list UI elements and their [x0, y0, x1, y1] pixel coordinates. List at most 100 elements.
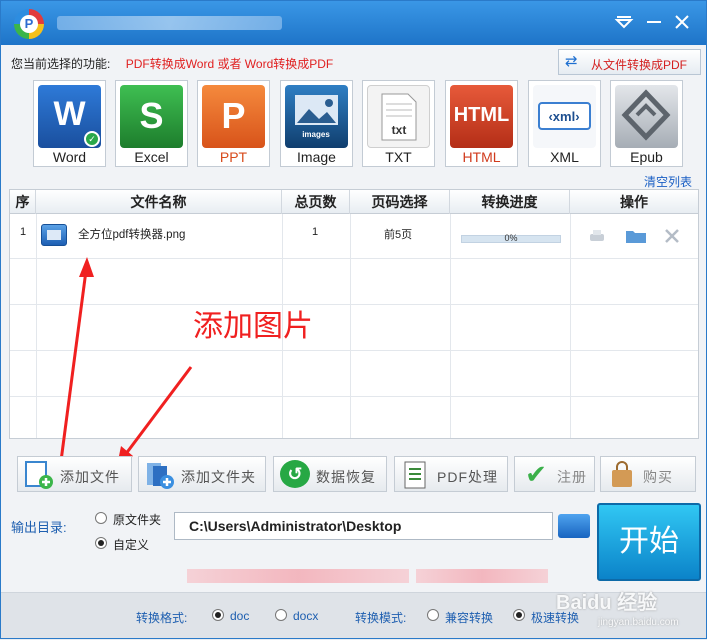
format-label: Word	[52, 149, 87, 165]
add-file-button[interactable]: 添加文件	[17, 456, 132, 492]
xml-icon: ‹xml›	[533, 85, 596, 148]
data-restore-button[interactable]: ↺ 数据恢复	[273, 456, 387, 492]
restore-icon: ↺	[280, 460, 310, 488]
register-label: 注册	[557, 469, 587, 485]
shopping-bag-icon	[607, 460, 637, 488]
format-epub-button[interactable]: Epub	[610, 80, 683, 167]
ppt-icon: P	[202, 85, 265, 148]
radio-format-docx[interactable]	[275, 609, 287, 621]
format-option-label: 转换格式:	[136, 611, 188, 625]
grid-line	[570, 214, 571, 438]
window-title-redacted	[57, 16, 282, 30]
progress-text: 0%	[504, 233, 518, 243]
close-icon[interactable]	[671, 11, 693, 33]
format-excel-button[interactable]: S Excel	[115, 80, 188, 167]
current-function: 您当前选择的功能: PDF转换成Word 或者 Word转换成PDF	[11, 55, 333, 72]
grid-line	[450, 214, 451, 438]
page-count: 1	[312, 226, 319, 238]
format-label: PPT	[219, 149, 248, 165]
pdf-process-button[interactable]: PDF处理	[394, 456, 508, 492]
grid-line	[10, 304, 698, 305]
add-file-icon	[24, 460, 54, 489]
radio-mode-fast[interactable]	[513, 609, 525, 621]
register-button[interactable]: ✔ 注册	[514, 456, 595, 492]
data-restore-label: 数据恢复	[316, 469, 376, 485]
format-txt-button[interactable]: txt TXT	[362, 80, 435, 167]
column-header: 转换进度	[450, 190, 570, 214]
mode-option-label: 转换模式:	[355, 611, 407, 625]
app-logo-icon: P	[14, 9, 44, 39]
switch-to-pdf-button[interactable]: ⇄ 从文件转换成PDF	[558, 49, 701, 75]
format-label: HTML	[462, 149, 501, 165]
function-label: 您当前选择的功能:	[11, 57, 111, 71]
purchase-button[interactable]: 购买	[600, 456, 696, 492]
function-value: PDF转换成Word 或者 Word转换成PDF	[125, 57, 334, 71]
custom-folder-label: 自定义	[113, 538, 150, 552]
clear-list-link[interactable]: 清空列表	[644, 173, 692, 190]
output-path-field[interactable]: C:\Users\Administrator\Desktop	[174, 512, 553, 540]
svg-text:images: images	[302, 130, 330, 139]
excel-icon: S	[120, 85, 183, 148]
image-icon: images	[285, 85, 348, 148]
radio-source-folder[interactable]	[95, 512, 107, 524]
format-label: Image	[297, 149, 336, 165]
conversion-progress-bar: 0%	[461, 233, 561, 243]
format-label: XML	[550, 149, 579, 165]
page-select[interactable]: 前5页	[384, 226, 412, 242]
grid-line	[10, 350, 698, 351]
mode-compatible-label: 兼容转换	[445, 611, 494, 625]
add-file-label: 添加文件	[60, 469, 120, 485]
minimize-icon[interactable]	[643, 11, 665, 33]
format-image-button[interactable]: images Image	[280, 80, 353, 167]
watermark: Baidu 经验	[556, 592, 658, 614]
app-window: P 您当前选择的功能: PDF转换成Word 或者 Word转换成PDF ⇄ 从…	[0, 0, 707, 639]
format-word-button[interactable]: W ✓ Word	[33, 80, 106, 167]
file-name: 全方位pdf转换器.png	[78, 229, 186, 241]
radio-custom-folder[interactable]	[95, 537, 107, 549]
column-header: 文件名称	[36, 190, 282, 214]
purchase-label: 购买	[643, 469, 673, 485]
title-bar: P	[1, 1, 706, 45]
format-xml-button[interactable]: ‹xml› XML	[528, 80, 601, 167]
grid-line	[36, 214, 37, 438]
check-icon: ✔	[525, 459, 547, 489]
collapse-icon[interactable]	[613, 11, 635, 33]
pdf-process-icon	[401, 460, 431, 489]
radio-mode-compatible[interactable]	[427, 609, 439, 621]
format-doc-label: doc	[230, 609, 250, 623]
column-header: 操作	[620, 194, 648, 210]
output-dir-label: 输出目录:	[11, 520, 67, 535]
watermark-url: jingyan.baidu.com	[598, 617, 679, 628]
add-folder-icon	[145, 460, 175, 489]
start-button[interactable]: 开始	[597, 503, 701, 581]
format-label: TXT	[385, 149, 412, 165]
format-ppt-button[interactable]: P PPT	[197, 80, 270, 167]
redacted-text	[187, 569, 409, 583]
grid-line	[10, 258, 698, 259]
file-table: 序 文件名称 总页数 页码选择 转换进度 操作 1 全方位pdf转换器.png …	[9, 189, 699, 439]
word-icon: W ✓	[38, 85, 101, 148]
radio-format-doc[interactable]	[212, 609, 224, 621]
open-folder-icon[interactable]	[625, 227, 646, 245]
add-folder-label: 添加文件夹	[181, 469, 256, 485]
swap-arrows-icon: ⇄	[565, 53, 578, 70]
txt-icon: txt	[367, 85, 430, 148]
column-header: 序	[10, 190, 36, 214]
format-html-button[interactable]: HTML HTML	[445, 80, 518, 167]
column-header: 页码选择	[350, 190, 450, 214]
svg-text:‹xml›: ‹xml›	[548, 109, 579, 124]
switch-button-label: 从文件转换成PDF	[591, 58, 688, 72]
add-folder-button[interactable]: 添加文件夹	[138, 456, 266, 492]
pdf-process-label: PDF处理	[437, 469, 498, 485]
image-file-icon	[41, 224, 67, 246]
column-header: 总页数	[282, 190, 350, 214]
redacted-text	[416, 569, 548, 583]
grid-line	[10, 396, 698, 397]
delete-icon[interactable]	[662, 227, 682, 245]
print-icon[interactable]	[587, 227, 607, 245]
browse-folder-icon[interactable]	[558, 514, 590, 538]
row-index: 1	[20, 226, 27, 238]
svg-text:txt: txt	[392, 123, 407, 137]
epub-icon	[615, 85, 678, 148]
format-label: Excel	[134, 149, 169, 165]
